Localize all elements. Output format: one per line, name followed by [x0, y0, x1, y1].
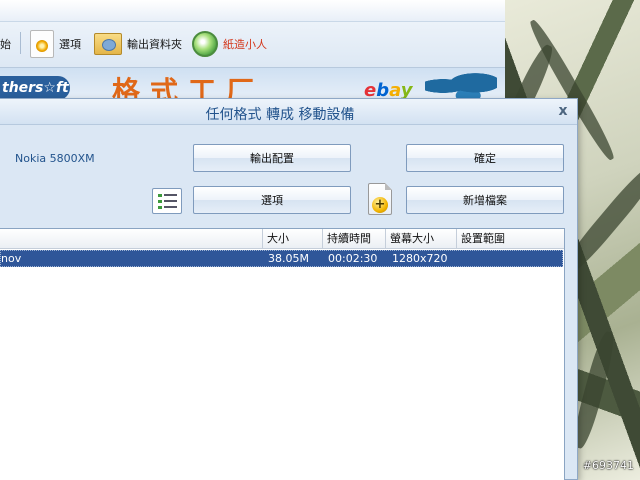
brand-logo: thers☆ft	[0, 76, 70, 100]
ok-button[interactable]: 確定	[406, 144, 564, 172]
folder-icon	[94, 33, 122, 55]
banner: thers☆ft 格式工厂 ebay	[0, 68, 505, 104]
cell-duration: 00:02:30	[328, 252, 378, 265]
toolbar-start-label: 始	[0, 38, 11, 51]
output-config-button[interactable]: 輸出配置	[193, 144, 351, 172]
cell-resolution: 1280x720	[392, 252, 448, 265]
toolbar-output-folder-label: 輸出資料夾	[127, 38, 182, 51]
cell-size: 38.05M	[268, 252, 309, 265]
add-file-button[interactable]: 新增檔案	[406, 186, 564, 214]
gear-icon	[30, 30, 54, 58]
toolbar-options-label: 選項	[59, 38, 81, 51]
main-toolbar: 始 選項 輸出資料夾 紙造小人	[0, 0, 505, 68]
file-list[interactable]: 大小 持續時間 螢幕大小 設置範圍 nov 38.05M 00:02:30 12…	[0, 228, 565, 480]
column-header-size[interactable]: 大小	[262, 229, 322, 249]
table-row[interactable]: nov 38.05M 00:02:30 1280x720	[0, 250, 563, 267]
toolbar-separator	[20, 32, 21, 54]
watermark: #693741	[582, 459, 634, 472]
device-label: Nokia 5800XM	[15, 152, 95, 165]
dialog-title: 任何格式 轉成 移動設備	[205, 107, 355, 123]
add-file-icon[interactable]: +	[368, 183, 392, 215]
toolbar-item-start[interactable]: 始	[0, 28, 11, 60]
column-header-range[interactable]: 設置範圍	[456, 229, 564, 249]
magnifier-icon	[192, 31, 218, 57]
convert-dialog: 任何格式 轉成 移動設備 x Nokia 5800XM 輸出配置 確定 選項 +…	[0, 98, 578, 480]
column-header-resolution[interactable]: 螢幕大小	[385, 229, 456, 249]
list-header: 大小 持續時間 螢幕大小 設置範圍	[0, 229, 564, 249]
dialog-titlebar[interactable]: 任何格式 轉成 移動設備 x	[0, 99, 577, 125]
toolbar-paper-man-label: 紙造小人	[223, 38, 267, 51]
plus-icon: +	[372, 197, 388, 213]
options-button[interactable]: 選項	[193, 186, 351, 214]
toolbar-paper-man-link[interactable]: 紙造小人	[192, 28, 267, 60]
menu-strip	[0, 0, 505, 22]
cell-name: nov	[1, 252, 22, 265]
column-header-duration[interactable]: 持續時間	[322, 229, 385, 249]
list-settings-icon[interactable]	[152, 188, 182, 214]
brand-logo-text: thers☆ft	[2, 80, 69, 96]
toolbar-options-button[interactable]: 選項	[30, 28, 81, 60]
toolbar-output-folder-button[interactable]: 輸出資料夾	[94, 28, 182, 60]
close-icon[interactable]: x	[555, 103, 571, 119]
